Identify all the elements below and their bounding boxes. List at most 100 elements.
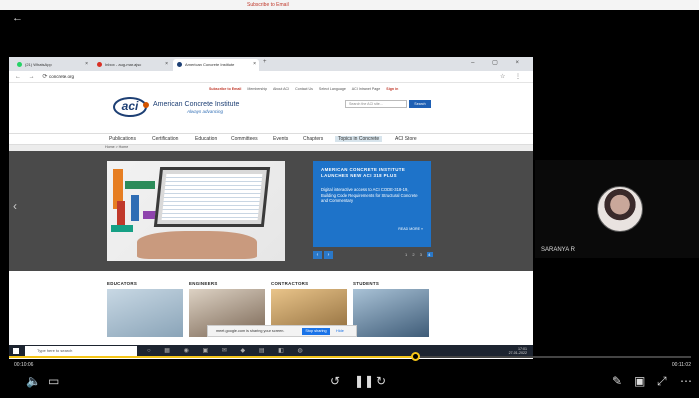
dot-1[interactable]: 1: [405, 252, 409, 257]
audience-label: ENGINEERS: [189, 281, 218, 286]
audience-educators[interactable]: EDUCATORS: [107, 281, 183, 337]
read-more-link[interactable]: READ MORE »: [398, 227, 423, 231]
tab-whatsapp[interactable]: (21) WhatsApp ×: [13, 59, 91, 71]
pen-icon[interactable]: ✎: [612, 374, 622, 388]
tab-label: Inbox - aug-mar.ajsc: [105, 62, 142, 67]
new-tab-icon[interactable]: +: [263, 59, 267, 65]
carousel-next-icon[interactable]: ›: [324, 251, 333, 259]
subscribe-hint: Subscribe to Email: [247, 2, 289, 8]
tab-label: (21) WhatsApp: [25, 62, 52, 67]
carousel-dots: 1 2 3 4: [405, 252, 434, 257]
promo-body: Digital interactive access to ACI CODE-3…: [321, 187, 418, 204]
promo-title: AMERICAN CONCRETE INSTITUTE LAUNCHES NEW…: [321, 167, 406, 178]
fullscreen-icon[interactable]: ⤢: [657, 374, 667, 389]
participant-tile[interactable]: SARANYA R: [535, 160, 699, 258]
close-icon[interactable]: ×: [253, 61, 256, 67]
tab-inbox[interactable]: Inbox - aug-mar.ajsc ×: [93, 59, 171, 71]
site-search-button[interactable]: Search: [409, 100, 431, 108]
aci-favicon-icon: [177, 62, 182, 67]
chevron-left-icon[interactable]: ‹: [13, 199, 17, 213]
logo-dot: [143, 102, 149, 108]
dot-2[interactable]: 2: [412, 252, 416, 257]
windows-start-icon[interactable]: [13, 348, 19, 354]
nav-committees[interactable]: Committees: [231, 136, 258, 142]
nav-topics[interactable]: Topics in Concrete: [335, 136, 383, 142]
site-header: Subscribe to Email Membership About ACI …: [9, 83, 533, 139]
hide-button[interactable]: Hide: [336, 329, 344, 333]
pause-icon[interactable]: ❚❚: [354, 374, 374, 388]
laptop-graphic: [153, 167, 271, 227]
participant-name: SARANYA R: [541, 247, 575, 253]
audience-label: EDUCATORS: [107, 281, 138, 286]
stop-sharing-button[interactable]: Stop sharing: [302, 328, 330, 335]
nav-certification[interactable]: Certification: [152, 136, 178, 142]
seek-knob[interactable]: [410, 352, 420, 361]
address-bar: ← → ⟳ concrete.org ☆ ⋮: [9, 71, 533, 83]
audience-students[interactable]: STUDENTS: [353, 281, 429, 337]
video-player: Subscribe to Email ← (21) WhatsApp × Inb…: [0, 0, 699, 398]
browser-tab-bar: (21) WhatsApp × Inbox - aug-mar.ajsc × A…: [9, 57, 533, 71]
close-icon[interactable]: ×: [85, 61, 88, 67]
tab-label: American Concrete Institute: [185, 62, 235, 67]
forward-icon[interactable]: ↻: [376, 374, 386, 388]
carousel-controls: ‹ ›: [313, 251, 333, 259]
url-field[interactable]: concrete.org: [49, 74, 74, 79]
utility-intranet[interactable]: ACI Intranet Page: [352, 87, 381, 91]
total-time: 00:11:02: [671, 362, 691, 368]
mail-icon: [97, 62, 102, 67]
students-photo: [353, 289, 429, 337]
close-icon[interactable]: ×: [165, 61, 168, 67]
tagline: Always advancing: [187, 109, 224, 114]
utility-membership[interactable]: Membership: [247, 87, 267, 91]
utility-links: Subscribe to Email Membership About ACI …: [209, 87, 403, 91]
site-search-input[interactable]: Search the ACI site...: [345, 100, 407, 108]
audience-label: STUDENTS: [353, 281, 380, 286]
screen-share-bar: meet.google.com is sharing your screen. …: [207, 325, 357, 337]
rewind-icon[interactable]: ↺: [330, 374, 340, 388]
pip-icon[interactable]: ▣: [634, 374, 645, 388]
org-name: American Concrete Institute: [153, 101, 240, 108]
nav-events[interactable]: Events: [273, 136, 288, 142]
aci-logo[interactable]: aci: [113, 97, 149, 117]
captions-icon[interactable]: ▭: [48, 374, 59, 388]
utility-about[interactable]: About ACI: [273, 87, 289, 91]
nav-chapters[interactable]: Chapters: [303, 136, 323, 142]
taskbar-search[interactable]: Type here to search: [25, 346, 137, 356]
dot-3[interactable]: 3: [420, 252, 424, 257]
avatar: [597, 186, 643, 232]
logo-text: aci: [121, 99, 139, 113]
window-controls[interactable]: – ▢ ×: [471, 59, 527, 66]
top-strip: Subscribe to Email: [0, 0, 699, 10]
main-nav: Publications Certification Education Com…: [9, 133, 533, 145]
shared-screen: (21) WhatsApp × Inbox - aug-mar.ajsc × A…: [9, 57, 533, 359]
promo-card[interactable]: AMERICAN CONCRETE INSTITUTE LAUNCHES NEW…: [313, 161, 431, 247]
seek-bar[interactable]: [9, 352, 691, 361]
volume-icon[interactable]: 🔈: [26, 374, 41, 388]
browser-actions-icon[interactable]: ☆ ⋮: [500, 73, 525, 80]
whatsapp-icon: [17, 62, 22, 67]
more-icon[interactable]: ⋯: [680, 374, 692, 388]
utility-subscribe[interactable]: Subscribe to Email: [209, 87, 241, 91]
system-tray: 17:01 27-01-2022: [509, 347, 527, 355]
back-arrow-icon[interactable]: ←: [12, 12, 23, 24]
nav-education[interactable]: Education: [195, 136, 217, 142]
nav-publications[interactable]: Publications: [109, 136, 136, 142]
elapsed-time: 00:10:06: [14, 362, 34, 368]
carousel-prev-icon[interactable]: ‹: [313, 251, 322, 259]
educators-photo: [107, 289, 183, 337]
hero-carousel: ‹ AMERICAN CONCRETE INSTITUTE LAUNCHES N…: [9, 151, 533, 271]
nav-store[interactable]: ACI Store: [395, 136, 417, 142]
utility-language[interactable]: Select Language: [319, 87, 346, 91]
share-message: meet.google.com is sharing your screen.: [216, 329, 285, 333]
audience-label: CONTRACTORS: [271, 281, 309, 286]
tab-aci[interactable]: American Concrete Institute ×: [173, 59, 259, 71]
breadcrumb-text: Home > Home: [105, 145, 129, 149]
utility-contact[interactable]: Contact Us: [295, 87, 313, 91]
nav-buttons-icon[interactable]: ← → ⟳: [15, 73, 50, 80]
taskbar-apps-icon[interactable]: ○ ▦ ◉ ▣ ✉ ◆ ▤ ◧ ◍: [147, 347, 309, 354]
utility-signin[interactable]: Sign in: [386, 87, 398, 91]
hands-graphic: [137, 231, 257, 259]
hero-image: [107, 161, 285, 261]
tray-date: 27-01-2022: [508, 351, 527, 355]
dot-4[interactable]: 4: [427, 252, 434, 257]
